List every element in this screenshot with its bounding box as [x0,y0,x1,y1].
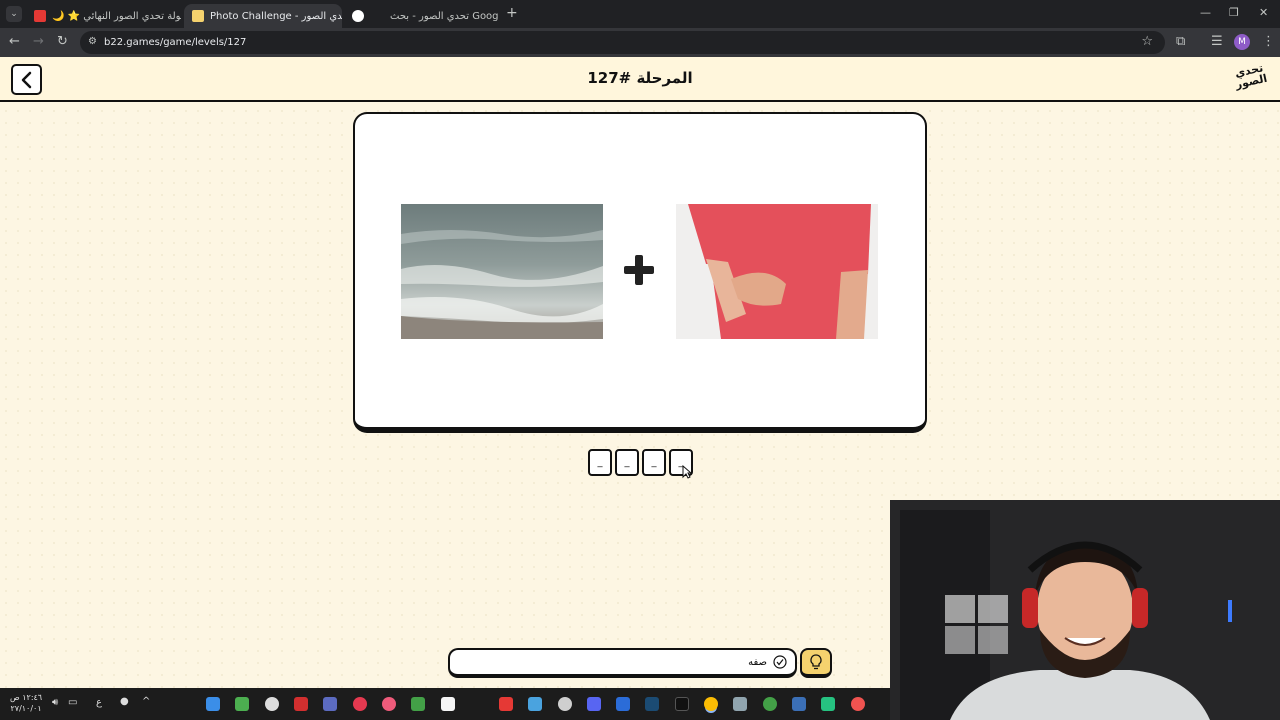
tab-search-button[interactable]: ⌄ [6,6,22,22]
browser-tab-strip: ⌄ بطولة تحدي الصور النهائي ⭐ 🌙 ✕ Photo C… [0,0,1280,28]
chevron-left-icon [21,71,31,88]
game-logo[interactable]: تحدي الصور [1229,61,1272,98]
answer-slot[interactable]: _ [615,449,639,476]
language-indicator[interactable]: ع [96,697,102,708]
editor-app-icon[interactable] [323,697,337,711]
answer-slots: _ _ _ _ [588,449,693,476]
close-window-icon[interactable]: ✕ [1259,6,1268,19]
answer-slot[interactable]: _ [588,449,612,476]
url-text: b22.games/game/levels/127 [104,37,247,48]
puzzle-image-itchy-arm [676,204,878,339]
media-app-icon[interactable] [235,697,249,711]
tiktok-app-icon[interactable] [675,697,689,711]
network-icon[interactable]: ▭ [68,697,77,708]
extensions-icon[interactable]: ⧉ [1176,34,1185,49]
menu-kebab-icon[interactable]: ⋮ [1262,34,1275,49]
bookmark-star-icon[interactable]: ☆ [1141,34,1153,49]
music-app-icon[interactable] [382,697,396,711]
discord-app-icon[interactable] [587,697,601,711]
clock-date: ٢٧/١٠/٠١ [10,704,42,713]
system-app-icon[interactable] [733,697,747,711]
back-icon[interactable]: ← [9,34,20,49]
system-clock[interactable]: ١٢:٤٦ ص ٢٧/١٠/٠١ [10,692,42,714]
youtube-favicon-icon [34,10,46,22]
puzzle-image-sea [401,204,603,339]
calculator-app-icon[interactable] [792,697,806,711]
chrome-app-icon[interactable] [704,697,718,711]
scratching-arm-image [676,204,878,339]
site-info-icon[interactable]: ⚙ [88,36,97,47]
chat-app-icon[interactable] [821,697,835,711]
tray-expand-icon[interactable]: ^ [142,696,150,707]
logo-text: تحدي الصور [1233,61,1269,92]
clock-time: ١٢:٤٦ ص [10,693,43,702]
play-app-icon[interactable] [411,697,425,711]
address-bar[interactable]: ⚙ b22.games/game/levels/127 ☆ [80,31,1165,54]
capcut-app-icon[interactable] [441,697,455,711]
tab-label: بطولة تحدي الصور النهائي ⭐ 🌙 [52,10,181,22]
sea-waves-image [401,204,603,339]
profile-avatar[interactable]: M [1234,34,1250,50]
tab-tournament[interactable]: بطولة تحدي الصور النهائي ⭐ 🌙 ✕ [26,4,181,28]
reload-icon[interactable]: ↻ [57,34,68,49]
steam-app-icon[interactable] [645,697,659,711]
browser-toolbar: ← → ↻ ⚙ b22.games/game/levels/127 ☆ ⧉ ☰ … [0,28,1280,57]
hint-button[interactable] [800,648,832,678]
reveal-answer-button[interactable]: صفه [448,648,797,678]
webcam-overlay [890,500,1280,720]
tab-label: تحدي الصور - بحث Google [390,10,499,22]
youtube-app-icon[interactable] [499,697,513,711]
microphone-icon[interactable]: ● [120,696,129,707]
puzzle-card [353,112,927,433]
tab-photo-challenge[interactable]: Photo Challenge - تحدي الصور ✕ [184,4,342,28]
plus-icon [624,255,654,285]
streamer-webcam-image [890,500,1280,720]
volume-icon[interactable]: 🔊︎ [52,697,58,708]
level-title: المرحلة #127 [587,69,693,87]
media-controls-icon[interactable]: ☰ [1211,34,1223,49]
tab-label: Photo Challenge - تحدي الصور [210,10,342,22]
reveal-label: صفه [748,656,767,668]
settings-app-icon[interactable] [558,697,572,711]
game-header: المرحلة #127 تحدي الصور [0,57,1280,102]
google-favicon-icon [352,10,364,22]
minimize-icon[interactable]: — [1200,6,1211,19]
answer-slot[interactable]: _ [642,449,666,476]
store-app-icon[interactable] [206,697,220,711]
restore-icon[interactable]: ❐ [1229,6,1239,19]
red-app-icon[interactable] [294,697,308,711]
browser-app-icon[interactable] [851,697,865,711]
word-app-icon[interactable] [616,697,630,711]
back-button[interactable] [11,64,42,95]
game-favicon-icon [192,10,204,22]
lightbulb-icon [810,654,822,670]
checkmark-circle-icon [773,655,787,669]
photos-app-icon[interactable] [528,697,542,711]
obs-app-icon[interactable] [265,697,279,711]
mouse-cursor-icon [682,465,692,479]
record-app-icon[interactable] [353,697,367,711]
tab-google-search[interactable]: تحدي الصور - بحث Google ✕ [344,4,499,28]
forward-icon[interactable]: → [33,34,44,49]
xbox-app-icon[interactable] [763,697,777,711]
new-tab-button[interactable]: + [506,5,518,21]
